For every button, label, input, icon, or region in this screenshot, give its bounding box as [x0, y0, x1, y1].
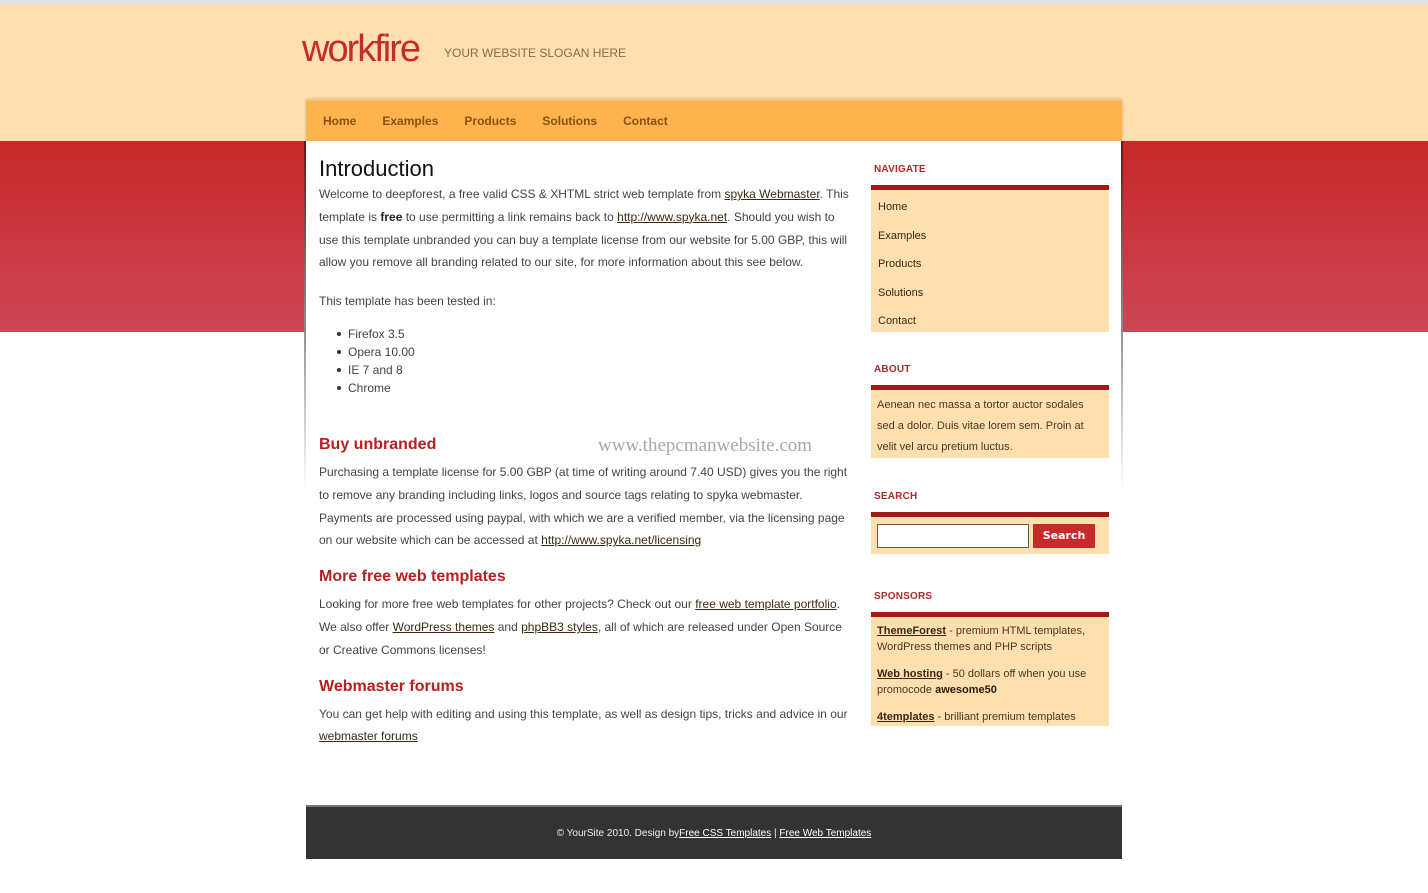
sidebar-item-examples[interactable]: Examples — [871, 222, 1109, 251]
4templates-link[interactable]: 4templates — [877, 711, 934, 723]
free-css-templates-link[interactable]: Free CSS Templates — [679, 828, 771, 839]
site-logo[interactable]: workfire — [302, 28, 421, 71]
navigate-title: NAVIGATE — [874, 164, 926, 175]
sidebar-nav: Home Examples Products Solutions Contact — [871, 185, 1109, 332]
nav-solutions[interactable]: Solutions — [542, 114, 597, 128]
sponsor-item: ThemeForest - premium HTML templates, Wo… — [877, 623, 1103, 655]
licensing-link[interactable]: http://www.spyka.net/licensing — [541, 533, 701, 547]
page-shadow-left — [304, 141, 306, 491]
nav-home[interactable]: Home — [323, 114, 356, 128]
about-title: ABOUT — [874, 364, 911, 375]
spyka-webmaster-link[interactable]: spyka Webmaster — [725, 187, 820, 201]
nav-products[interactable]: Products — [464, 114, 516, 128]
footer-copyright: © YourSite 2010. Design by — [556, 827, 680, 839]
about-text: Aenean nec massa a tortor auctor sodales… — [871, 385, 1109, 458]
intro-text: to use permitting a link remains back to — [402, 209, 618, 224]
page-shadow-right — [1121, 141, 1123, 491]
list-item: Firefox 3.5 — [337, 325, 849, 343]
more-text: and — [494, 619, 522, 634]
tested-label: This template has been tested in: — [319, 294, 496, 309]
search-box: Search — [871, 512, 1109, 554]
more-text: Looking for more free web templates for … — [319, 597, 696, 612]
browser-list: Firefox 3.5 Opera 10.00 IE 7 and 8 Chrom… — [337, 325, 849, 397]
intro-title: Introduction — [319, 156, 434, 181]
main-nav: Home Examples Products Solutions Contact — [306, 99, 1122, 141]
buy-paragraph: Purchasing a template license for 5.00 G… — [319, 461, 849, 552]
intro-text: Welcome to deepforest, a free valid CSS … — [319, 187, 725, 201]
list-item: Chrome — [337, 379, 849, 397]
free-bold: free — [380, 209, 403, 224]
more-templates-title: More free web templates — [319, 568, 506, 586]
sponsors-title: SPONSORS — [874, 591, 933, 602]
footer: © YourSite 2010. Design by Free CSS Temp… — [306, 805, 1122, 859]
sidebar-item-products[interactable]: Products — [871, 250, 1109, 279]
list-item: Opera 10.00 — [337, 343, 849, 361]
sponsor-text: - brilliant premium templates — [934, 711, 1076, 723]
template-portfolio-link[interactable]: free web template portfolio — [695, 597, 836, 611]
promocode: awesome50 — [935, 684, 997, 696]
spyka-url-link[interactable]: http://www.spyka.net — [617, 210, 727, 224]
sidebar-item-contact[interactable]: Contact — [871, 307, 1109, 336]
wordpress-themes-link[interactable]: WordPress themes — [393, 620, 495, 634]
watermark: www.thepcmanwebsite.com — [598, 435, 813, 456]
forums-text: You can get help with editing and using … — [319, 706, 848, 721]
free-web-templates-link[interactable]: Free Web Templates — [779, 828, 871, 839]
sponsor-item: Web hosting - 50 dollars off when you us… — [877, 666, 1103, 698]
search-input[interactable] — [877, 523, 1029, 548]
sponsors-box: ThemeForest - premium HTML templates, Wo… — [871, 612, 1109, 726]
sponsor-item: 4templates - brilliant premium templates — [877, 709, 1103, 725]
sidebar-item-solutions[interactable]: Solutions — [871, 279, 1109, 308]
phpbb3-styles-link[interactable]: phpBB3 styles — [521, 620, 598, 634]
forums-paragraph: You can get help with editing and using … — [319, 703, 849, 749]
intro-paragraph: Welcome to deepforest, a free valid CSS … — [319, 183, 849, 274]
nav-contact[interactable]: Contact — [623, 114, 668, 128]
search-title: SEARCH — [874, 491, 918, 502]
site-slogan: YOUR WEBSITE SLOGAN HERE — [444, 46, 627, 60]
webmaster-forums-title: Webmaster forums — [319, 677, 464, 695]
sidebar: NAVIGATE Home Examples Products Solution… — [871, 155, 1109, 726]
webmaster-forums-link[interactable]: webmaster forums — [319, 729, 418, 743]
nav-examples[interactable]: Examples — [382, 114, 438, 128]
list-item: IE 7 and 8 — [337, 361, 849, 379]
themeforest-link[interactable]: ThemeForest — [877, 625, 946, 637]
sidebar-item-home[interactable]: Home — [871, 193, 1109, 222]
footer-separator: | — [771, 827, 780, 839]
search-button[interactable]: Search — [1033, 523, 1095, 548]
more-paragraph: Looking for more free web templates for … — [319, 593, 849, 661]
web-hosting-link[interactable]: Web hosting — [877, 668, 943, 680]
